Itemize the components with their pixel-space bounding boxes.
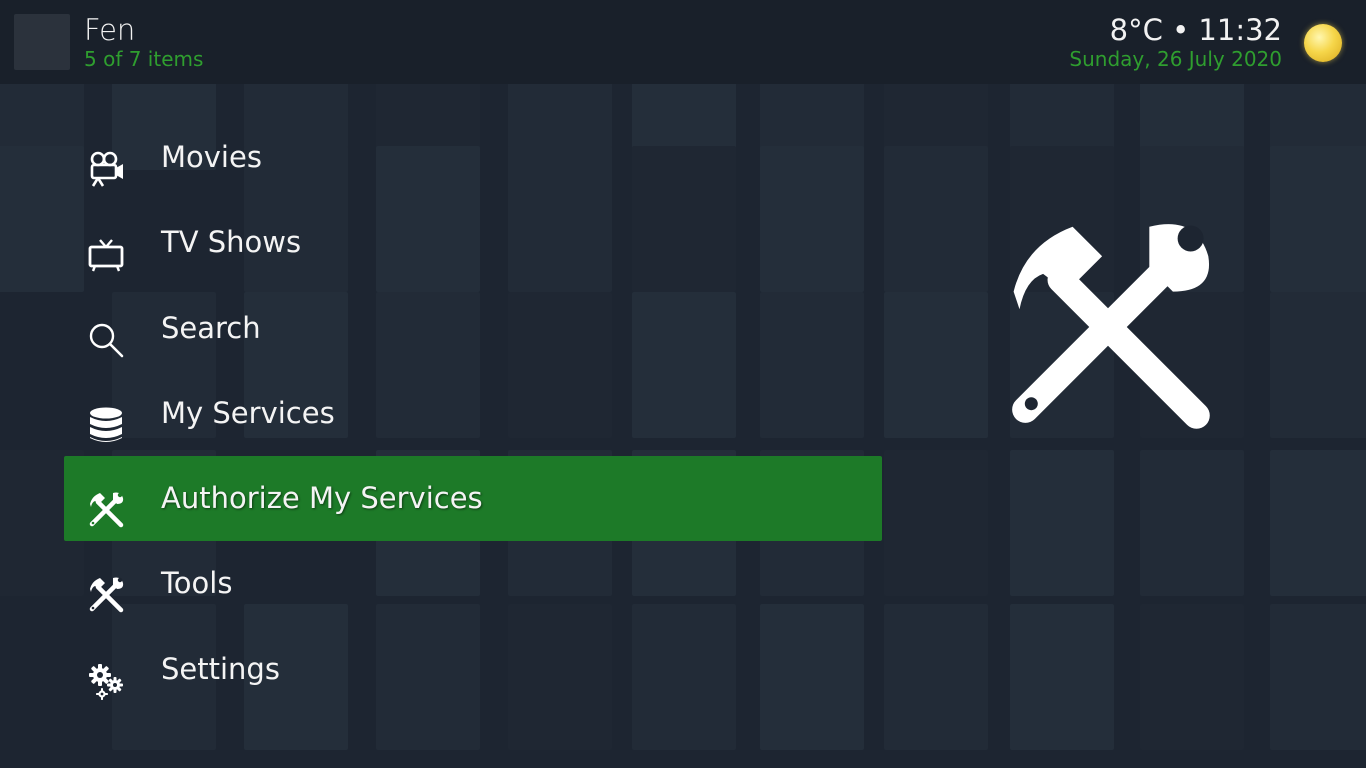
sun-icon: [1304, 24, 1342, 62]
menu-item-label: Search: [161, 310, 261, 345]
tools-icon: [86, 575, 126, 615]
menu-item-label: My Services: [161, 395, 335, 430]
menu-item-search[interactable]: Search: [64, 286, 882, 371]
gears-icon: [86, 661, 126, 701]
menu-item-tools[interactable]: Tools: [64, 541, 882, 626]
menu-item-settings[interactable]: Settings: [64, 627, 882, 712]
addon-thumbnail: [14, 14, 70, 70]
header-bar: Fen 5 of 7 items 8°C • 11:32 Sunday, 26 …: [0, 0, 1366, 84]
menu-item-authorize-my-services[interactable]: Authorize My Services: [64, 456, 882, 542]
menu-item-tv-shows[interactable]: TV Shows: [64, 200, 882, 285]
movie-camera-icon: [86, 149, 126, 189]
menu-item-movies[interactable]: Movies: [64, 115, 882, 200]
menu-item-label: Movies: [161, 140, 262, 174]
menu-item-label: Authorize My Services: [161, 481, 483, 516]
main-menu: Movies TV Shows Search My Services Autho…: [64, 115, 882, 712]
menu-item-label: TV Shows: [161, 225, 302, 260]
app-title: Fen: [84, 13, 136, 47]
date-label: Sunday, 26 July 2020: [1069, 47, 1282, 71]
fen-home-screen: Fen 5 of 7 items 8°C • 11:32 Sunday, 26 …: [0, 0, 1366, 768]
tools-icon: [990, 205, 1226, 449]
database-icon: [86, 405, 126, 445]
item-count: 5 of 7 items: [84, 47, 204, 71]
weather-time: 8°C • 11:32: [1109, 13, 1282, 47]
tv-icon: [86, 234, 126, 274]
tools-icon: [86, 490, 126, 530]
menu-item-label: Tools: [161, 566, 233, 601]
menu-item-label: Settings: [161, 651, 280, 686]
search-icon: [86, 320, 126, 360]
menu-item-my-services[interactable]: My Services: [64, 371, 882, 456]
